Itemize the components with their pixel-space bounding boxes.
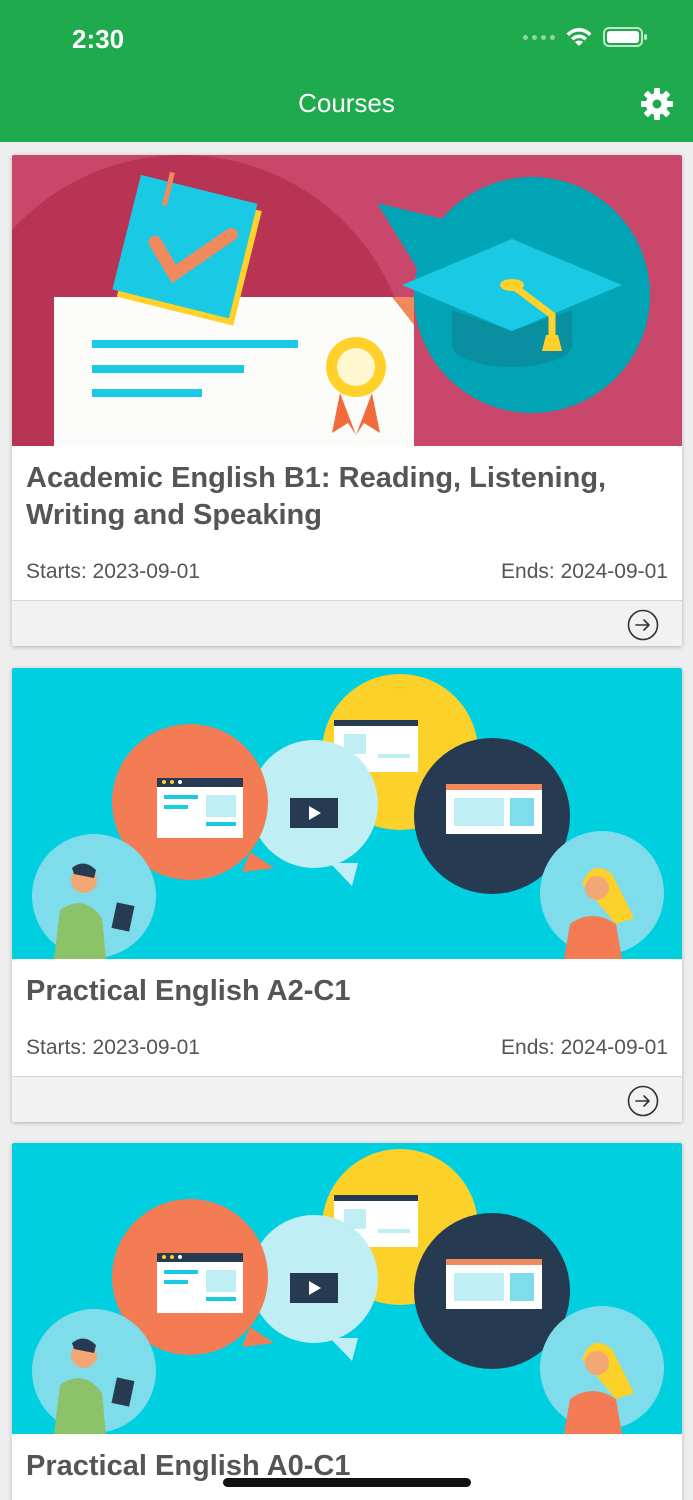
course-image-certificate	[12, 155, 682, 446]
course-image-chat-bubbles	[12, 1143, 682, 1434]
status-time: 2:30	[72, 24, 125, 54]
course-card[interactable]: Practical English A2-C1 Starts: 2023-09-…	[12, 668, 682, 1122]
course-start-date: Starts: 2023-09-01	[26, 560, 200, 583]
gear-icon[interactable]	[639, 86, 675, 122]
battery-icon	[603, 27, 647, 47]
course-card[interactable]: Practical English A0-C1	[12, 1143, 682, 1500]
status-icons	[523, 26, 649, 48]
course-dates: Starts: 2023-09-01 Ends: 2024-09-01	[26, 1036, 668, 1064]
course-card-footer	[12, 600, 682, 646]
page-title: Courses	[298, 88, 395, 118]
arrow-right-circle-icon[interactable]	[627, 1085, 659, 1117]
course-image-chat-bubbles	[12, 668, 682, 959]
home-indicator	[223, 1478, 471, 1487]
course-dates: Starts: 2023-09-01 Ends: 2024-09-01	[26, 560, 668, 588]
course-card-body: Academic English B1: Reading, Listening,…	[12, 446, 682, 588]
course-title: Academic English B1: Reading, Listening,…	[26, 462, 607, 531]
course-card-footer	[12, 1076, 682, 1122]
signal-dots-icon	[523, 34, 555, 40]
course-card[interactable]: Academic English B1: Reading, Listening,…	[12, 155, 682, 646]
course-end-date: Ends: 2024-09-01	[501, 560, 668, 583]
course-start-date: Starts: 2023-09-01	[26, 1036, 200, 1059]
course-title: Practical English A2-C1	[26, 975, 351, 1007]
course-end-date: Ends: 2024-09-01	[501, 1036, 668, 1059]
app-header: 2:30 Courses	[0, 0, 693, 142]
wifi-icon	[566, 28, 592, 46]
arrow-right-circle-icon[interactable]	[627, 609, 659, 641]
course-card-body: Practical English A2-C1 Starts: 2023-09-…	[12, 959, 682, 1064]
